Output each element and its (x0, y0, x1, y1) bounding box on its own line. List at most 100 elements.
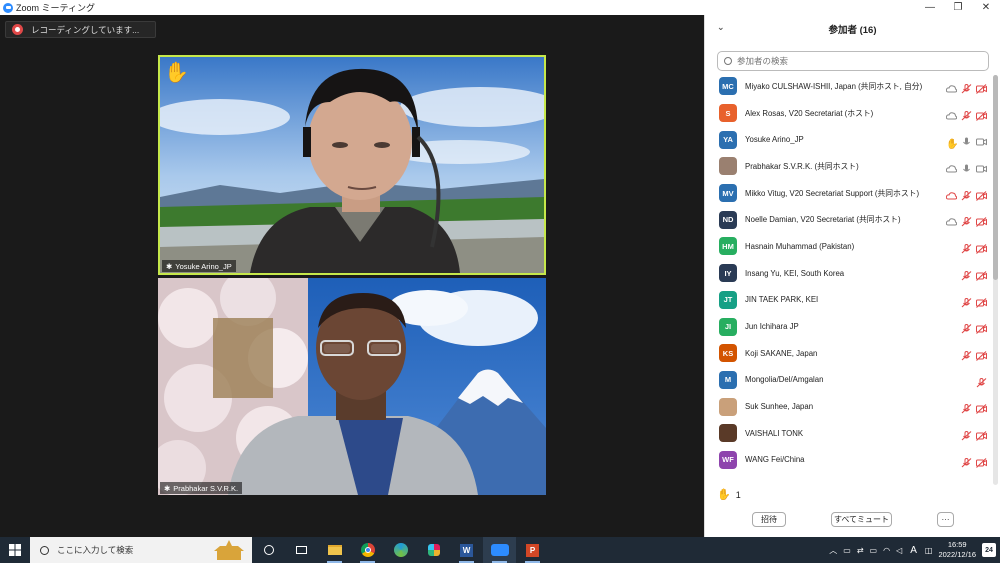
avatar: HM (719, 237, 737, 256)
video-off-icon[interactable] (976, 268, 987, 281)
task-view-icon[interactable] (285, 537, 318, 563)
cloud-icon[interactable] (945, 214, 958, 226)
video-tile-yosuke[interactable]: ✋ ✱ Yosuke Arino_JP (158, 55, 546, 275)
mute-icon[interactable] (976, 375, 987, 387)
mute-icon[interactable] (961, 214, 972, 227)
raised-hand-icon: ✋ (717, 489, 731, 501)
video-tile-prabhakar[interactable]: ✱ Prabhakar S.V.R.K. (158, 278, 546, 495)
cortana-icon[interactable] (252, 537, 285, 563)
mute-icon[interactable] (961, 108, 972, 121)
ime-mode-icon[interactable]: ◫ (925, 546, 933, 555)
notification-center-icon[interactable]: 24 (982, 543, 996, 557)
participant-row[interactable]: KS Koji SAKANE, Japan (705, 340, 993, 367)
record-icon (12, 24, 23, 35)
participant-row[interactable]: MV Mikko Vitug, V20 Secretariat Support (… (705, 180, 993, 207)
mute-icon[interactable] (961, 188, 972, 201)
video-off-icon[interactable] (976, 214, 987, 228)
participant-row[interactable]: Suk Sunhee, Japan (705, 393, 993, 420)
participant-row[interactable]: ND Noelle Damian, V20 Secretariat (共同ホスト) (705, 206, 993, 233)
vpn-icon[interactable]: ⇄ (857, 546, 864, 555)
mute-icon[interactable] (961, 455, 972, 468)
participant-row[interactable]: M Mongolia/Del/Amgalan (705, 367, 993, 394)
search-input[interactable] (737, 56, 957, 66)
recording-indicator[interactable]: レコーディングしています... (5, 21, 157, 38)
cloud-red-icon[interactable] (945, 188, 958, 200)
participant-row[interactable]: VAISHALI TONK (705, 420, 993, 447)
video-off-icon[interactable] (976, 401, 987, 415)
clock-date: 2022/12/16 (938, 550, 976, 559)
video-icon[interactable] (976, 134, 987, 146)
raised-hands-count: 1 (735, 489, 741, 500)
avatar: IY (719, 264, 737, 283)
participant-row[interactable]: HM Hasnain Muhammad (Pakistan) (705, 233, 993, 260)
minimize-button[interactable]: — (916, 2, 944, 13)
chevron-down-icon[interactable]: ⌄ (717, 22, 725, 33)
video-off-icon[interactable] (976, 81, 987, 94)
hand-icon[interactable]: ✋ (946, 134, 958, 150)
mute-icon[interactable] (961, 295, 972, 307)
mute-icon[interactable] (961, 241, 972, 254)
participant-row[interactable]: Prabhakar S.V.R.K. (共同ホスト) (705, 153, 993, 180)
mute-icon[interactable] (961, 348, 972, 361)
participant-row[interactable]: MC Miyako CULSHAW-ISHII, Japan (共同ホスト, 自分… (705, 73, 993, 100)
clock[interactable]: 16:59 2022/12/16 (938, 540, 976, 560)
participant-row[interactable]: YA Yosuke Arino_JP ✋ (705, 126, 993, 153)
participant-row[interactable]: JT JIN TAEK PARK, KEI (705, 287, 993, 314)
participant-row[interactable]: WF WANG Fei/China (705, 447, 993, 474)
participant-row[interactable]: JI Jun Ichihara JP (705, 313, 993, 340)
webex-icon[interactable] (384, 537, 417, 563)
video-icon[interactable] (976, 161, 987, 173)
zoom-taskbar-icon[interactable] (483, 537, 516, 563)
file-explorer-icon[interactable] (318, 537, 351, 563)
participant-search[interactable] (717, 51, 989, 71)
windows-start-button[interactable] (0, 537, 30, 563)
chrome-icon[interactable] (351, 537, 384, 563)
participants-panel: ⌄ 参加者 (16) MC Miyako CULSHAW-ISHII, Japan… (704, 15, 1000, 537)
search-icon (724, 57, 732, 65)
mute-icon[interactable] (961, 268, 972, 281)
video-off-icon[interactable] (976, 108, 987, 121)
network-icon[interactable]: ▭ (843, 546, 851, 555)
avatar: MV (719, 184, 737, 203)
video-off-icon[interactable] (976, 348, 987, 361)
video-off-icon[interactable] (976, 455, 987, 468)
participant-name: WANG Fei/China (745, 455, 805, 465)
maximize-button[interactable]: ❐ (944, 2, 972, 13)
scrollbar[interactable] (993, 75, 998, 485)
more-options-button[interactable]: ··· (937, 512, 954, 527)
taskbar-search[interactable]: ここに入力して検索 (30, 537, 252, 563)
ime-language[interactable]: A (910, 545, 917, 556)
video-off-icon[interactable] (976, 241, 987, 255)
word-icon[interactable]: W (450, 537, 483, 563)
video-off-icon[interactable] (976, 321, 987, 335)
participant-name: Jun Ichihara JP (745, 322, 799, 332)
participant-row[interactable]: S Alex Rosas, V20 Secretariat (ホスト) (705, 100, 993, 127)
system-tray: ︿ ▭ ⇄ ▭ ◠ ◁ A ◫ 16:59 2022/12/16 24 (829, 537, 1000, 563)
chevron-up-icon[interactable]: ︿ (829, 545, 837, 556)
pin-icon: ✱ (166, 261, 173, 271)
cloud-icon[interactable] (945, 108, 958, 120)
participant-row[interactable]: IY Insang Yu, KEI, South Korea (705, 260, 993, 287)
video-off-icon[interactable] (976, 295, 987, 308)
mute-icon[interactable] (961, 401, 972, 414)
slack-icon[interactable] (417, 537, 450, 563)
pin-icon: ✱ (164, 483, 171, 493)
mic-icon[interactable] (961, 161, 972, 172)
invite-button[interactable]: 招待 (752, 512, 786, 527)
battery-icon[interactable]: ▭ (870, 546, 878, 555)
cloud-icon[interactable] (945, 81, 958, 93)
mute-icon[interactable] (961, 81, 972, 94)
mute-icon[interactable] (961, 428, 972, 441)
mute-icon[interactable] (961, 321, 972, 334)
wifi-icon[interactable]: ◠ (883, 546, 890, 555)
cloud-icon[interactable] (945, 161, 958, 173)
participant-name: Suk Sunhee, Japan (745, 402, 814, 412)
mic-icon[interactable] (961, 134, 972, 145)
video-off-icon[interactable] (976, 428, 987, 441)
close-button[interactable]: ✕ (972, 2, 1000, 13)
scrollbar-thumb[interactable] (993, 75, 998, 280)
powerpoint-icon[interactable]: P (516, 537, 549, 563)
mute-all-button[interactable]: すべてミュート (831, 512, 892, 527)
volume-icon[interactable]: ◁ (896, 546, 902, 555)
video-off-icon[interactable] (976, 188, 987, 201)
